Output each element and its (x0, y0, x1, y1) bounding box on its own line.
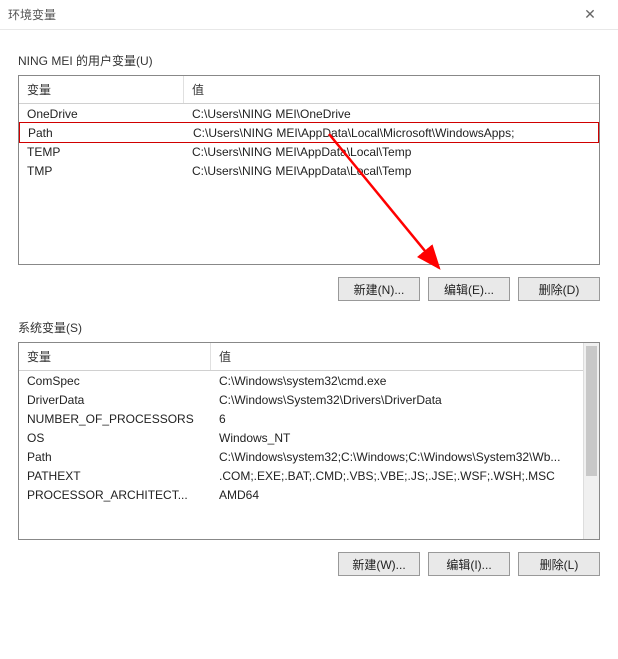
system-vars-list[interactable]: 变量 值 ComSpecC:\Windows\system32\cmd.exeD… (18, 342, 600, 540)
table-row[interactable]: DriverDataC:\Windows\System32\Drivers\Dr… (19, 390, 599, 409)
cell-value: C:\Users\NING MEI\AppData\Local\Temp (184, 161, 599, 180)
col-header-name[interactable]: 变量 (19, 343, 211, 370)
user-list-header: 变量 值 (19, 76, 599, 104)
scrollbar-thumb[interactable] (586, 346, 597, 476)
table-row[interactable]: TEMPC:\Users\NING MEI\AppData\Local\Temp (19, 142, 599, 161)
cell-value: 6 (211, 409, 599, 428)
table-row[interactable]: OSWindows_NT (19, 428, 599, 447)
table-row[interactable]: NUMBER_OF_PROCESSORS6 (19, 409, 599, 428)
cell-name: TEMP (19, 142, 184, 161)
close-icon[interactable]: ✕ (570, 6, 610, 23)
cell-value: C:\Users\NING MEI\AppData\Local\Temp (184, 142, 599, 161)
cell-value: AMD64 (211, 485, 599, 504)
cell-value: C:\Windows\system32\cmd.exe (211, 371, 599, 390)
table-row[interactable]: PathC:\Windows\system32;C:\Windows;C:\Wi… (19, 447, 599, 466)
table-row[interactable]: TMPC:\Users\NING MEI\AppData\Local\Temp (19, 161, 599, 180)
window-title: 环境变量 (8, 6, 570, 23)
cell-value: C:\Users\NING MEI\AppData\Local\Microsof… (185, 123, 598, 142)
cell-value: .COM;.EXE;.BAT;.CMD;.VBS;.VBE;.JS;.JSE;.… (211, 466, 599, 485)
system-edit-button[interactable]: 编辑(I)... (428, 552, 510, 576)
table-row[interactable]: PATHEXT.COM;.EXE;.BAT;.CMD;.VBS;.VBE;.JS… (19, 466, 599, 485)
system-buttons: 新建(W)... 编辑(I)... 删除(L) (18, 552, 600, 576)
table-row[interactable]: PathC:\Users\NING MEI\AppData\Local\Micr… (19, 122, 599, 143)
user-delete-button[interactable]: 删除(D) (518, 277, 600, 301)
col-header-value[interactable]: 值 (184, 76, 599, 103)
table-row[interactable]: PROCESSOR_ARCHITECT...AMD64 (19, 485, 599, 504)
cell-name: OneDrive (19, 104, 184, 123)
cell-value: C:\Windows\system32;C:\Windows;C:\Window… (211, 447, 599, 466)
user-edit-button[interactable]: 编辑(E)... (428, 277, 510, 301)
cell-name: NUMBER_OF_PROCESSORS (19, 409, 211, 428)
cell-value: Windows_NT (211, 428, 599, 447)
system-list-header: 变量 值 (19, 343, 599, 371)
user-vars-list[interactable]: 变量 值 OneDriveC:\Users\NING MEI\OneDriveP… (18, 75, 600, 265)
table-row[interactable]: ComSpecC:\Windows\system32\cmd.exe (19, 371, 599, 390)
cell-name: PROCESSOR_ARCHITECT... (19, 485, 211, 504)
table-row[interactable]: OneDriveC:\Users\NING MEI\OneDrive (19, 104, 599, 123)
user-new-button[interactable]: 新建(N)... (338, 277, 420, 301)
col-header-name[interactable]: 变量 (19, 76, 184, 103)
cell-name: PATHEXT (19, 466, 211, 485)
titlebar: 环境变量 ✕ (0, 0, 618, 30)
col-header-value[interactable]: 值 (211, 343, 599, 370)
cell-name: Path (20, 123, 185, 142)
system-vars-label: 系统变量(S) (18, 319, 600, 336)
cell-value: C:\Users\NING MEI\OneDrive (184, 104, 599, 123)
system-new-button[interactable]: 新建(W)... (338, 552, 420, 576)
cell-value: C:\Windows\System32\Drivers\DriverData (211, 390, 599, 409)
dialog-content: NING MEI 的用户变量(U) 变量 值 OneDriveC:\Users\… (0, 30, 618, 594)
system-delete-button[interactable]: 删除(L) (518, 552, 600, 576)
user-vars-label: NING MEI 的用户变量(U) (18, 52, 600, 69)
cell-name: Path (19, 447, 211, 466)
user-vars-group: NING MEI 的用户变量(U) 变量 值 OneDriveC:\Users\… (18, 52, 600, 301)
user-buttons: 新建(N)... 编辑(E)... 删除(D) (18, 277, 600, 301)
cell-name: ComSpec (19, 371, 211, 390)
system-vars-group: 系统变量(S) 变量 值 ComSpecC:\Windows\system32\… (18, 319, 600, 576)
cell-name: TMP (19, 161, 184, 180)
scrollbar[interactable] (583, 343, 599, 539)
cell-name: DriverData (19, 390, 211, 409)
cell-name: OS (19, 428, 211, 447)
